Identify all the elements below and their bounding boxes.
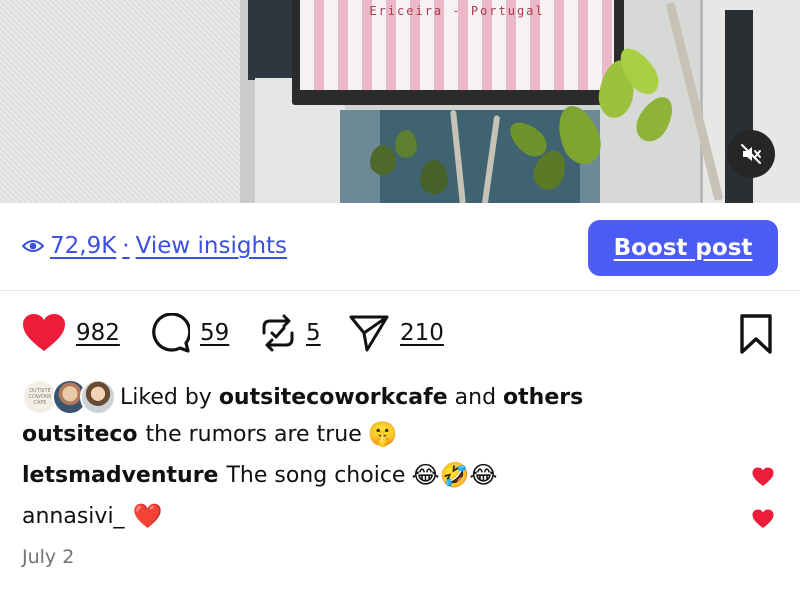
separator-dot: · — [122, 233, 130, 259]
repost-icon — [262, 314, 294, 352]
comment-action[interactable]: 59 — [150, 313, 229, 353]
liked-by-prefix: Liked by — [120, 384, 212, 410]
boost-post-button[interactable]: Boost post — [588, 220, 778, 276]
likes-count[interactable]: 982 — [76, 320, 120, 346]
caption-username[interactable]: outsiteco — [22, 422, 138, 447]
sign-text: Ericeira - Portugal — [369, 4, 545, 18]
bookmark-icon — [740, 314, 772, 354]
heart-filled-icon — [23, 314, 65, 351]
like-action[interactable]: 982 — [22, 313, 120, 353]
comment-row: letsmadventure The song choice 😂🤣😂 — [22, 461, 497, 489]
shares-count[interactable]: 210 — [400, 320, 444, 346]
comment-row: annasivi_ ❤️ — [22, 502, 162, 530]
caption-emoji: 🤫 — [367, 420, 398, 448]
share-action[interactable]: 210 — [348, 313, 444, 353]
speaker-muted-icon — [741, 144, 761, 164]
mute-button[interactable] — [727, 130, 775, 178]
reposts-count[interactable]: 5 — [306, 320, 321, 346]
view-count: 72,9K — [50, 233, 117, 259]
comment-like-heart-icon[interactable] — [752, 467, 774, 487]
post-media[interactable]: Ericeira - Portugal — [0, 0, 800, 203]
comment-username[interactable]: annasivi_ — [22, 504, 125, 529]
comment-emoji: ❤️ — [132, 502, 163, 530]
liked-by-user[interactable]: outsitecoworkcafe — [219, 385, 448, 410]
post-date: July 2 — [22, 546, 75, 568]
comment-emoji: 😂🤣😂 — [411, 461, 498, 489]
caption-text: the rumors are true — [145, 421, 362, 447]
comment-icon — [152, 313, 190, 353]
comment-username[interactable]: letsmadventure — [22, 463, 218, 488]
eye-icon — [22, 240, 44, 252]
comment-like-heart-icon[interactable] — [752, 509, 774, 529]
liker-avatars: OUTSITE COWORK CAFE — [22, 378, 116, 416]
comment-text: The song choice — [226, 462, 406, 488]
avatar — [80, 379, 116, 415]
liked-by-others[interactable]: others — [503, 385, 583, 410]
liked-by-conjunction: and — [454, 384, 497, 410]
wall-background — [0, 0, 248, 203]
comments-count[interactable]: 59 — [200, 320, 229, 346]
view-insights-label: View insights — [135, 233, 288, 259]
caption: outsiteco the rumors are true 🤫 — [22, 420, 398, 448]
send-icon — [349, 315, 389, 352]
save-button[interactable] — [738, 313, 774, 359]
repost-action[interactable]: 5 — [260, 313, 321, 353]
liked-by[interactable]: OUTSITE COWORK CAFE Liked by outsitecowo… — [22, 378, 583, 416]
post-actions: 982 59 5 210 — [0, 305, 800, 365]
insights-bar: 72,9K · View insights Boost post — [0, 203, 800, 291]
view-insights-link[interactable]: 72,9K · View insights — [22, 233, 287, 259]
